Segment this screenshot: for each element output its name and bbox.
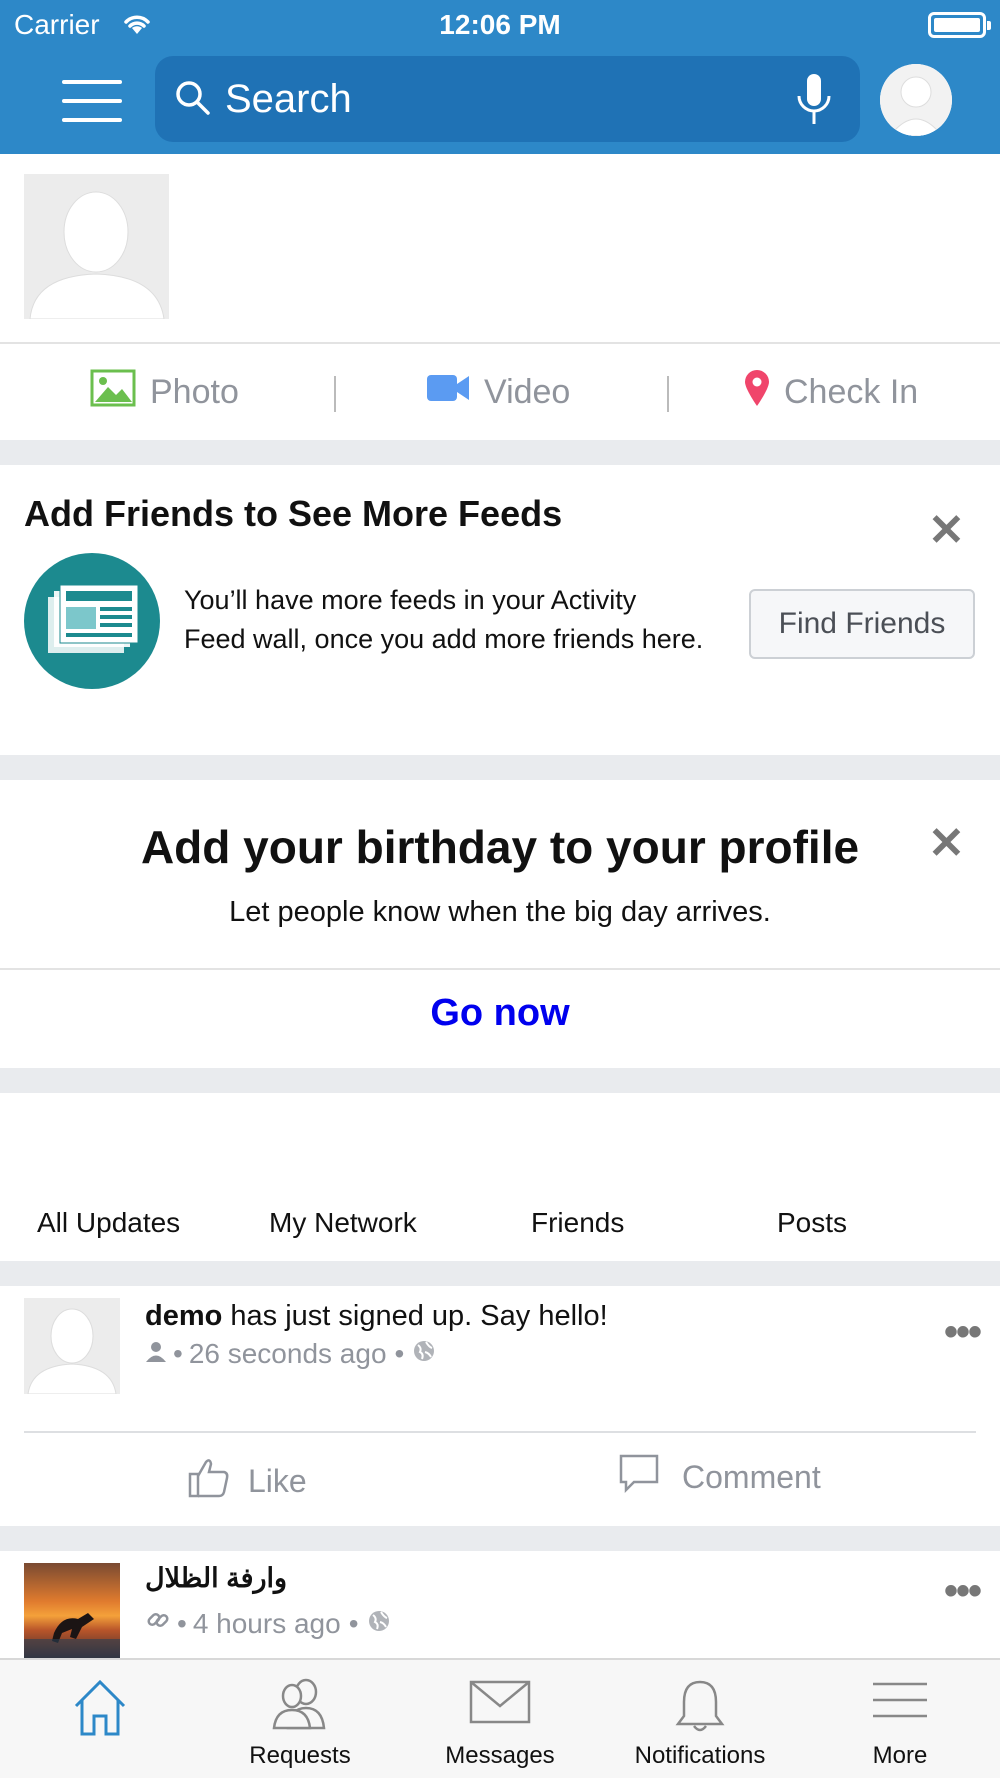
- globe-icon: [412, 1338, 436, 1370]
- card-title: Add Friends to See More Feeds: [24, 493, 563, 534]
- close-icon[interactable]: ✕: [928, 822, 965, 866]
- tab-label: Messages: [445, 1742, 555, 1769]
- tab-label: Requests: [249, 1742, 351, 1769]
- photo-icon: [90, 369, 136, 416]
- post-meta: • 4 hours ago •: [145, 1607, 391, 1640]
- comment-label: Comment: [682, 1458, 821, 1495]
- more-options-icon[interactable]: •••: [944, 1312, 982, 1352]
- user-icon: [145, 1338, 167, 1370]
- status-bar: Carrier 12:06 PM: [0, 0, 1000, 50]
- tab-label: Notifications: [634, 1742, 766, 1769]
- battery-icon: [928, 12, 991, 38]
- go-now-link[interactable]: Go now: [0, 992, 1000, 1035]
- post-time: 26 seconds ago: [188, 1338, 387, 1369]
- user-avatar[interactable]: [24, 174, 169, 319]
- add-friends-card: Add Friends to See More Feeds ✕ You’ll h…: [0, 465, 1000, 755]
- newspaper-icon: [24, 553, 160, 689]
- search-icon: [173, 78, 213, 123]
- birthday-subtitle: Let people know when the big day arrives…: [229, 896, 771, 928]
- video-label: Video: [484, 372, 571, 411]
- search-input[interactable]: Search: [225, 77, 352, 122]
- envelope-icon: [400, 1678, 600, 1724]
- birthday-title: Add your birthday to your profile: [140, 821, 860, 873]
- microphone-icon[interactable]: [794, 72, 834, 133]
- card-description: You’ll have more feeds in your Activity …: [184, 585, 704, 654]
- post-header: demo has just signed up. Say hello!: [145, 1300, 608, 1333]
- hamburger-menu-icon[interactable]: [62, 80, 122, 122]
- tab-label: More: [872, 1742, 928, 1769]
- post-text: has just signed up. Say hello!: [222, 1300, 608, 1332]
- divider: [0, 968, 1000, 970]
- tab-all-updates[interactable]: All Updates: [37, 1207, 180, 1239]
- birthday-card: Add your birthday to your profile ✕ Let …: [0, 780, 1000, 1068]
- post-avatar[interactable]: [24, 1563, 120, 1659]
- post-author[interactable]: وارفة الظلال: [145, 1563, 287, 1594]
- friends-icon: [200, 1678, 400, 1730]
- feed-post: demo has just signed up. Say hello! • 26…: [0, 1286, 1000, 1526]
- comment-button[interactable]: Comment: [618, 1452, 821, 1502]
- thumbs-up-icon: [188, 1456, 230, 1506]
- photo-label: Photo: [150, 372, 239, 411]
- more-options-icon[interactable]: •••: [944, 1571, 982, 1611]
- close-icon[interactable]: ✕: [928, 509, 965, 553]
- video-camera-icon: [426, 372, 470, 413]
- globe-icon: [367, 1608, 391, 1640]
- video-button[interactable]: Video: [426, 344, 570, 440]
- map-pin-icon: [744, 369, 770, 416]
- photo-button[interactable]: Photo: [90, 344, 239, 440]
- comment-bubble-icon: [618, 1452, 660, 1502]
- tab-friends[interactable]: Friends: [531, 1207, 624, 1239]
- menu-icon: [800, 1678, 1000, 1722]
- feed-filter-tabs: All Updates My Network Friends Posts: [0, 1093, 1000, 1261]
- search-bar[interactable]: Search: [155, 56, 860, 142]
- tab-more[interactable]: More: [800, 1660, 1000, 1778]
- post-author[interactable]: demo: [145, 1300, 222, 1332]
- tab-posts[interactable]: Posts: [777, 1207, 847, 1239]
- post-avatar[interactable]: [24, 1298, 120, 1394]
- like-button[interactable]: Like: [188, 1456, 307, 1506]
- separator: [667, 376, 669, 412]
- tab-messages[interactable]: Messages: [400, 1660, 600, 1778]
- bell-icon: [600, 1678, 800, 1734]
- top-header: Carrier 12:06 PM Search: [0, 0, 1000, 154]
- post-time: 4 hours ago: [192, 1607, 341, 1639]
- like-label: Like: [248, 1462, 307, 1499]
- home-icon: [0, 1678, 200, 1738]
- tab-home[interactable]: [0, 1660, 200, 1778]
- link-icon: [145, 1607, 171, 1640]
- tab-requests[interactable]: Requests: [200, 1660, 400, 1778]
- check-in-button[interactable]: Check In: [744, 344, 918, 440]
- find-friends-button[interactable]: Find Friends: [749, 589, 975, 659]
- tab-my-network[interactable]: My Network: [269, 1207, 417, 1239]
- app-screen: Carrier 12:06 PM Search Photo Video Chec…: [0, 0, 1000, 1778]
- post-meta: • 26 seconds ago •: [145, 1338, 436, 1370]
- check-in-label: Check In: [784, 372, 919, 411]
- profile-avatar[interactable]: [880, 64, 952, 136]
- tab-notifications[interactable]: Notifications: [600, 1660, 800, 1778]
- divider: [24, 1431, 976, 1433]
- separator: [334, 376, 336, 412]
- bottom-tab-bar: Requests Messages Notifications More: [0, 1658, 1000, 1778]
- status-time: 12:06 PM: [439, 9, 561, 40]
